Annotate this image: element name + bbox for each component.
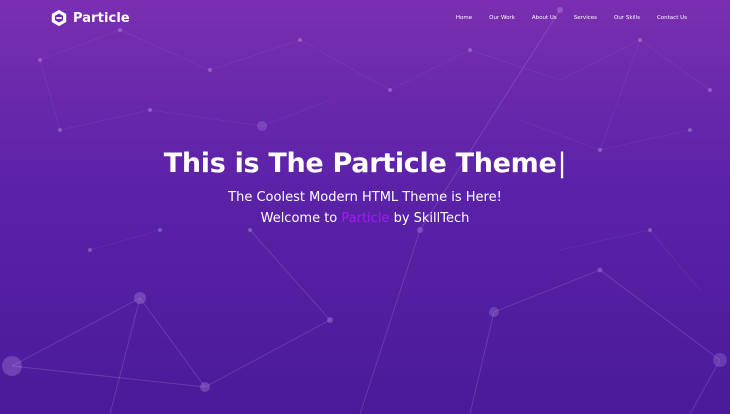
- hero-title-text: This is The Particle Theme: [163, 148, 557, 179]
- welcome-highlight: Particle: [341, 211, 390, 226]
- welcome-prefix: Welcome to: [260, 211, 342, 226]
- nav-link-our-work[interactable]: Our Work: [489, 15, 515, 21]
- brand-logo-link[interactable]: Particle: [50, 9, 130, 27]
- welcome-suffix: by SkillTech: [389, 211, 470, 226]
- nav-menu: Home Our Work About Us Services Our Skil…: [456, 15, 687, 21]
- hero-tagline: The Coolest Modern HTML Theme is Here!: [228, 190, 502, 205]
- top-navbar: Particle Home Our Work About Us Services…: [0, 0, 730, 38]
- hero-title: This is The Particle Theme|: [0, 146, 730, 182]
- typing-cursor: |: [557, 148, 567, 179]
- hero-welcome-line: Welcome to Particle by SkillTech: [0, 208, 730, 229]
- nav-link-home[interactable]: Home: [456, 15, 472, 21]
- nav-link-about-us[interactable]: About Us: [532, 15, 557, 21]
- nav-link-services[interactable]: Services: [574, 15, 597, 21]
- brand-name: Particle: [73, 10, 130, 26]
- nav-link-contact-us[interactable]: Contact Us: [657, 15, 687, 21]
- particle-logo-icon: [51, 9, 67, 27]
- hero-subtitle: The Coolest Modern HTML Theme is Here! W…: [0, 187, 730, 229]
- nav-link-our-skills[interactable]: Our Skills: [614, 15, 640, 21]
- hero-section: This is The Particle Theme| The Coolest …: [0, 146, 730, 229]
